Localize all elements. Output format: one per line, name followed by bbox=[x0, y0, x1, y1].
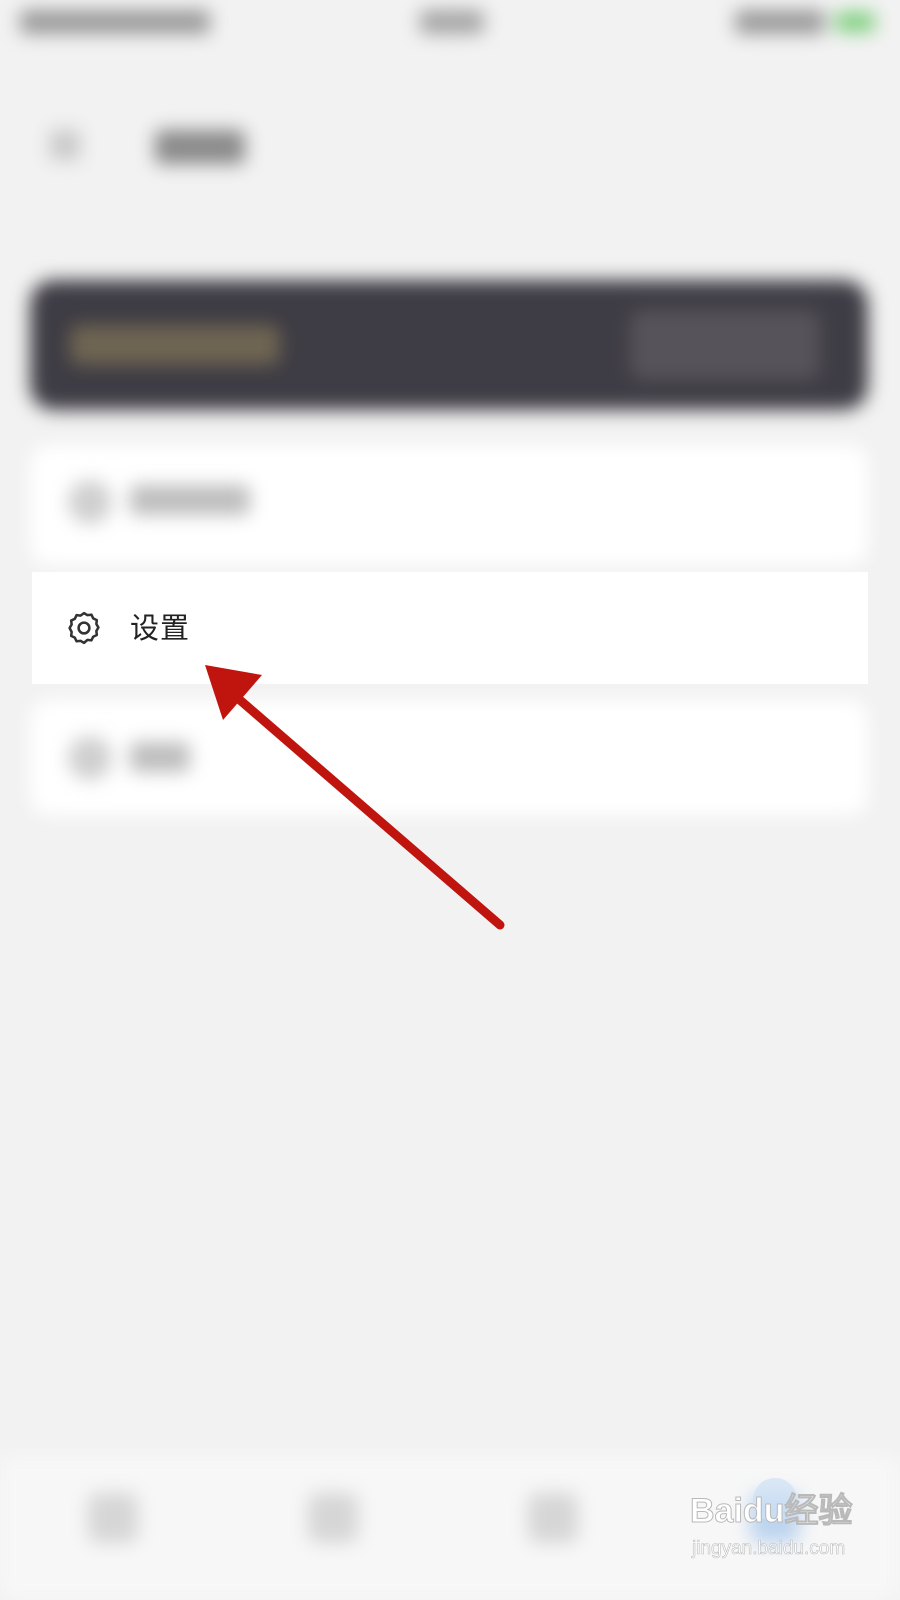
carrier-info bbox=[20, 10, 210, 34]
tab-3-icon[interactable] bbox=[528, 1493, 578, 1543]
watermark-brand: Baidu经验 bbox=[690, 1491, 852, 1530]
settings-menu-item[interactable]: 设置 bbox=[32, 572, 868, 684]
back-icon[interactable] bbox=[50, 130, 80, 160]
page-title bbox=[155, 130, 245, 164]
status-bar bbox=[0, 0, 900, 48]
banner-text bbox=[70, 325, 280, 365]
menu-item-label bbox=[130, 485, 250, 515]
menu-item-label bbox=[130, 742, 190, 772]
battery-icon bbox=[835, 12, 875, 32]
tab-1-icon[interactable] bbox=[88, 1493, 138, 1543]
menu-item-blurred-top[interactable] bbox=[30, 445, 868, 565]
menu-item-blurred-bottom[interactable] bbox=[30, 700, 868, 815]
tab-2-icon[interactable] bbox=[308, 1493, 358, 1543]
app-screen: 设置 Baidu经验 jingyan.baidu.com bbox=[0, 0, 900, 1600]
clock bbox=[420, 10, 484, 34]
settings-label: 设置 bbox=[130, 611, 191, 645]
member-banner[interactable] bbox=[30, 280, 868, 410]
baidu-jingyan-watermark: Baidu经验 jingyan.baidu.com bbox=[680, 1470, 880, 1580]
menu-item-icon bbox=[68, 480, 112, 524]
page-header bbox=[0, 100, 900, 190]
status-icons bbox=[735, 10, 825, 34]
watermark-url: jingyan.baidu.com bbox=[691, 1538, 845, 1559]
menu-item-icon bbox=[68, 736, 112, 780]
banner-action bbox=[630, 310, 820, 380]
gear-icon bbox=[65, 609, 103, 647]
